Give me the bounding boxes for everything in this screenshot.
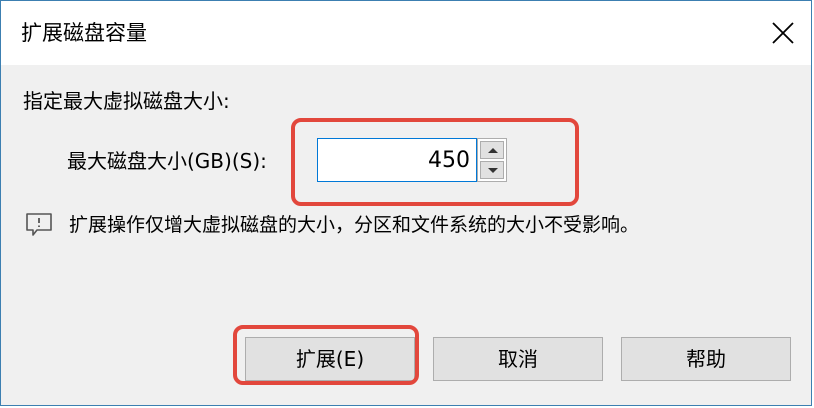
- info-text: 扩展操作仅增大虚拟磁盘的大小，分区和文件系统的大小不受影响。: [69, 214, 640, 236]
- cancel-button[interactable]: 取消: [433, 337, 603, 381]
- extend-highlight-box: [233, 325, 419, 385]
- close-button[interactable]: [759, 9, 807, 57]
- size-highlight-box: [291, 118, 579, 206]
- max-size-label: 最大磁盘大小(GB)(S):: [67, 149, 267, 173]
- dialog-title: 扩展磁盘容量: [21, 21, 147, 45]
- help-button[interactable]: 帮助: [621, 337, 791, 381]
- expand-disk-dialog: 扩展磁盘容量 指定最大虚拟磁盘大小: 最大磁盘大小(GB)(S): 扩展操作仅增…: [0, 0, 812, 406]
- title-bar: 扩展磁盘容量: [1, 1, 811, 65]
- section-label: 指定最大虚拟磁盘大小:: [23, 89, 230, 113]
- comment-icon: [26, 213, 52, 236]
- close-icon: [772, 22, 794, 44]
